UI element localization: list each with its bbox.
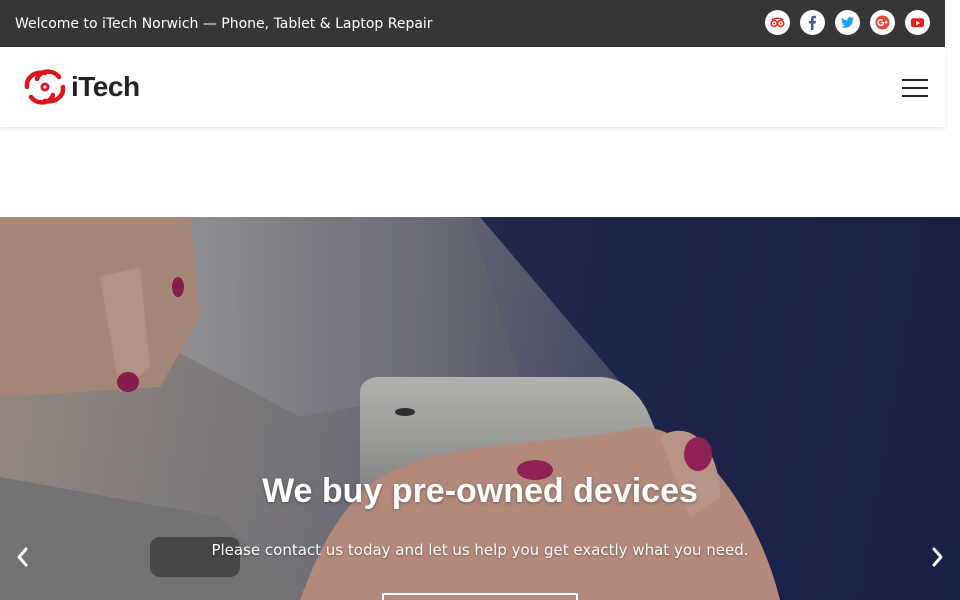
site-header: iTech — [0, 47, 945, 127]
tripadvisor-icon[interactable] — [765, 10, 790, 35]
top-bar: Welcome to iTech Norwich — Phone, Tablet… — [0, 0, 945, 47]
youtube-icon[interactable] — [905, 10, 930, 35]
hero-title: We buy pre-owned devices — [262, 472, 698, 510]
hamburger-icon[interactable] — [902, 79, 928, 97]
google-plus-icon[interactable] — [870, 10, 895, 35]
logo[interactable]: iTech — [22, 67, 140, 107]
hamburger-line — [902, 95, 928, 97]
hero-subtitle: Please contact us today and let us help … — [211, 541, 749, 559]
hamburger-line — [902, 87, 928, 89]
logo-text: iTech — [71, 71, 140, 102]
hero-cta-button[interactable] — [382, 593, 578, 600]
social-links — [765, 10, 930, 35]
hamburger-line — [902, 79, 928, 81]
twitter-icon[interactable] — [835, 10, 860, 35]
facebook-icon[interactable] — [800, 10, 825, 35]
welcome-text: Welcome to iTech Norwich — Phone, Tablet… — [15, 16, 433, 32]
logo-swirl-icon — [24, 69, 66, 105]
